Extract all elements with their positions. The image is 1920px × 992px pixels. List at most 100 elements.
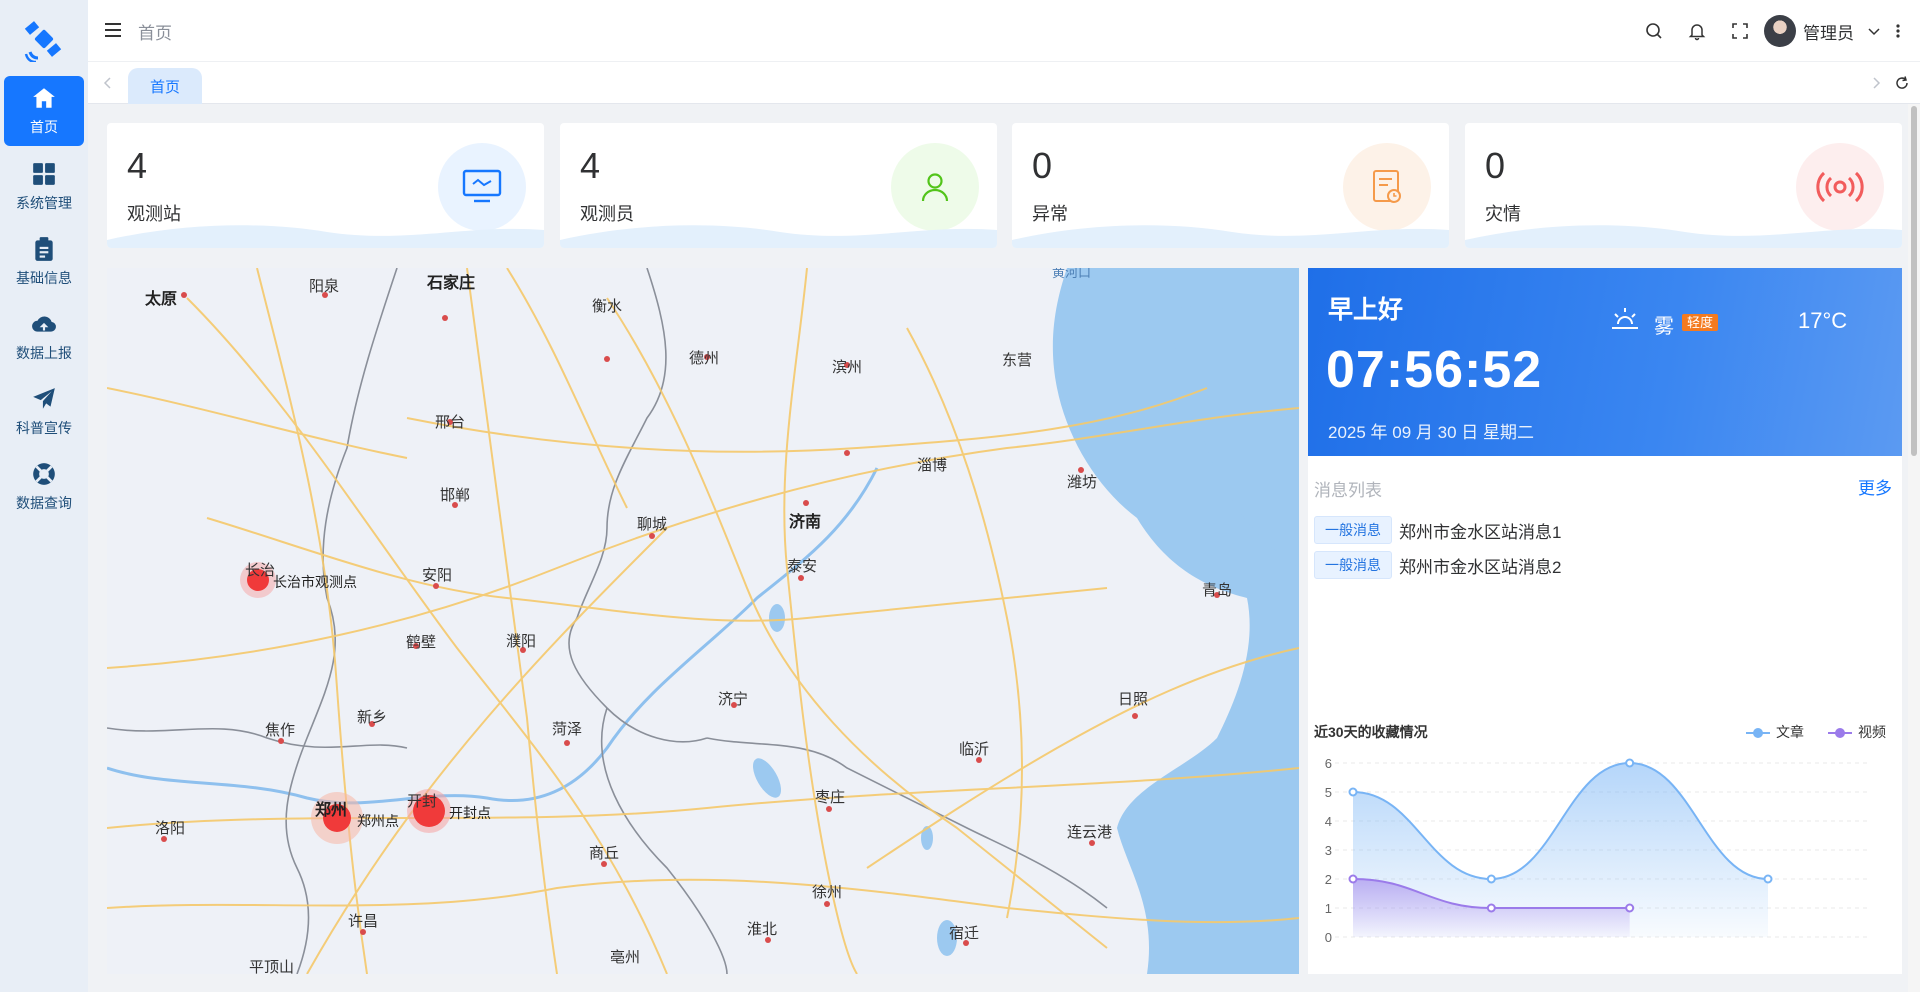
chevron-down-icon[interactable] — [1866, 21, 1882, 41]
message-item[interactable]: 一般消息 郑州市金水区站消息2 — [1314, 551, 1561, 579]
data-point[interactable] — [1486, 903, 1496, 913]
stat-card-disasters[interactable]: 0 灾情 — [1465, 123, 1902, 248]
stat-value: 4 — [127, 145, 148, 186]
y-tick-label: 2 — [1325, 872, 1332, 887]
city-label: 菏泽 — [552, 721, 583, 738]
y-tick-label: 1 — [1325, 901, 1332, 916]
city-label: 濮阳 — [506, 633, 537, 650]
message-list-title: 消息列表 — [1314, 481, 1382, 500]
card-wave — [1012, 225, 1449, 248]
city-label: 聊城 — [637, 516, 668, 533]
data-point[interactable] — [1348, 874, 1358, 884]
city-label: 郑州 — [315, 802, 348, 819]
sidebar-item-science-promo[interactable]: 科普宣传 — [4, 377, 84, 447]
message-tag: 一般消息 — [1314, 551, 1392, 579]
map-marker-label[interactable]: 长治市观测点 — [273, 572, 357, 592]
stat-card-observers[interactable]: 4 观测员 — [560, 123, 997, 248]
tab-scroll-left-icon[interactable] — [100, 75, 116, 91]
city-label: 黄河口 — [1052, 268, 1092, 280]
tab-bar: 首页 — [88, 62, 1920, 104]
city-label: 东营 — [1002, 352, 1033, 369]
fullscreen-icon[interactable] — [1730, 21, 1750, 41]
refresh-icon[interactable] — [1894, 75, 1910, 91]
sidebar-item-home[interactable]: 首页 — [4, 76, 84, 146]
favorites-chart: 近30天的收藏情况 文章 视频 0 1 2 3 4 5 6 — [1308, 706, 1902, 974]
sidebar-item-label: 基础信息 — [16, 270, 72, 286]
y-tick-label: 4 — [1325, 814, 1332, 829]
more-link[interactable]: 更多 — [1858, 474, 1892, 499]
message-text: 郑州市金水区站消息2 — [1399, 557, 1562, 577]
message-list-panel: 消息列表 更多 一般消息 郑州市金水区站消息1 一般消息 郑州市金水区站消息2 — [1308, 456, 1902, 706]
legend-item-articles[interactable]: 文章 — [1746, 722, 1804, 742]
sidebar-item-label: 数据上报 — [16, 345, 72, 361]
data-point[interactable] — [1625, 758, 1635, 768]
sidebar-item-label: 系统管理 — [16, 195, 72, 211]
sidebar-item-label: 科普宣传 — [16, 420, 72, 436]
map-background — [107, 268, 1299, 974]
legend-label: 文章 — [1776, 724, 1804, 740]
card-wave — [560, 225, 997, 248]
y-tick-label: 3 — [1325, 843, 1332, 858]
menu-toggle-icon[interactable] — [104, 22, 122, 38]
avatar[interactable] — [1764, 15, 1796, 47]
legend-label: 视频 — [1858, 724, 1886, 740]
city-label: 临沂 — [959, 741, 990, 758]
stat-card-stations[interactable]: 4 观测站 — [107, 123, 544, 248]
scrollbar-thumb[interactable] — [1911, 106, 1917, 456]
city-label: 新乡 — [357, 709, 388, 726]
map-marker-label[interactable]: 开封点 — [449, 803, 491, 823]
sidebar-item-label: 数据查询 — [16, 495, 72, 511]
city-label: 泰安 — [787, 558, 818, 575]
report-icon — [1373, 170, 1401, 203]
temperature: 17°C — [1798, 308, 1848, 333]
city-label: 商丘 — [589, 845, 620, 862]
stat-value: 0 — [1032, 145, 1053, 186]
broadcast-icon — [1816, 171, 1864, 203]
city-label: 邢台 — [435, 414, 466, 431]
city-label: 衡水 — [592, 298, 623, 315]
date: 2025 年 09 月 30 日 星期二 — [1328, 423, 1534, 442]
page-scrollbar[interactable] — [1908, 104, 1920, 992]
data-point[interactable] — [1625, 903, 1635, 913]
card-wave — [107, 225, 544, 248]
stat-value: 4 — [580, 145, 601, 186]
sidebar-item-data-query[interactable]: 数据查询 — [4, 452, 84, 522]
city-label: 日照 — [1118, 691, 1149, 708]
user-name[interactable]: 管理员 — [1803, 19, 1854, 44]
city-label: 宿迁 — [949, 925, 980, 942]
clock: 07:56:52 — [1326, 341, 1543, 399]
more-vertical-icon[interactable] — [1892, 21, 1904, 41]
city-label: 洛阳 — [155, 820, 186, 837]
stat-card-anomalies[interactable]: 0 异常 — [1012, 123, 1449, 248]
satellite-logo[interactable] — [22, 18, 66, 62]
city-label: 济宁 — [718, 691, 749, 708]
card-wave — [1465, 225, 1902, 248]
bell-icon[interactable] — [1687, 21, 1707, 41]
city-label: 平顶山 — [249, 959, 295, 974]
data-point[interactable] — [1763, 874, 1773, 884]
message-item[interactable]: 一般消息 郑州市金水区站消息1 — [1314, 516, 1561, 544]
top-header: 首页 管理员 — [88, 0, 1920, 62]
sidebar-item-data-report[interactable]: 数据上报 — [4, 302, 84, 372]
sidebar-item-system[interactable]: 系统管理 — [4, 152, 84, 222]
legend-item-videos[interactable]: 视频 — [1828, 722, 1886, 742]
city-label: 鹤壁 — [406, 634, 437, 651]
y-tick-label: 0 — [1325, 930, 1332, 945]
clipboard-icon — [35, 237, 53, 261]
sidebar: 首页 系统管理 基础信息 数据上报 科普宣传 数据查询 — [0, 0, 88, 992]
message-tag: 一般消息 — [1314, 516, 1392, 544]
city-label: 许昌 — [348, 913, 379, 930]
city-label: 淮北 — [747, 921, 778, 938]
tab-home[interactable]: 首页 — [128, 68, 202, 104]
tab-scroll-right-icon[interactable] — [1868, 75, 1884, 91]
data-point[interactable] — [1486, 874, 1496, 884]
city-label: 青岛 — [1202, 582, 1233, 599]
data-point[interactable] — [1348, 787, 1358, 797]
stat-value: 0 — [1485, 145, 1506, 186]
city-label: 长治 — [245, 562, 276, 579]
city-label: 滨州 — [832, 359, 863, 376]
sidebar-item-basic-info[interactable]: 基础信息 — [4, 227, 84, 297]
map-marker-label[interactable]: 郑州点 — [357, 811, 399, 831]
search-icon[interactable] — [1644, 21, 1664, 41]
map-view[interactable]: 太原 阳泉 石家庄 衡水 德州 滨州 东营 邢台 淄博 邯郸 潍坊 聊城 济南 … — [107, 268, 1299, 974]
